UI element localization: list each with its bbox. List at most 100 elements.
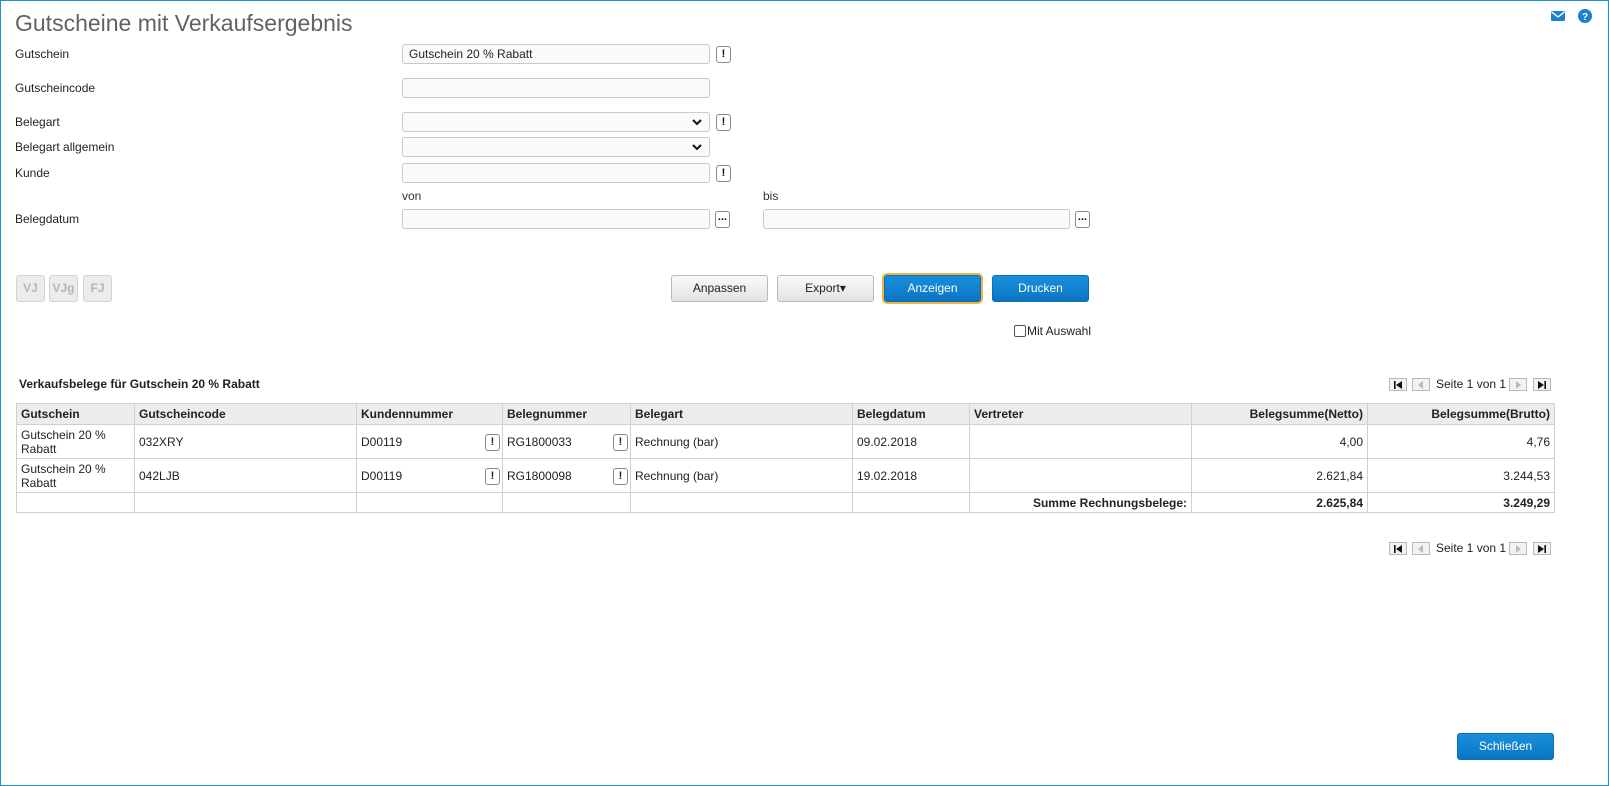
pager-text: Seite 1 von 1 xyxy=(1436,377,1507,391)
belegdatum-von-picker-button[interactable]: ... xyxy=(715,211,730,228)
cell-belegsumme-netto: 2.621,84 xyxy=(1191,458,1368,493)
first-page-icon[interactable] xyxy=(1389,542,1407,555)
page-title: Gutscheine mit Verkaufsergebnis xyxy=(15,10,353,36)
results-table: Gutschein Gutscheincode Kundennummer Bel… xyxy=(16,403,1555,513)
belegdatum-label: Belegdatum xyxy=(15,212,80,226)
sum-empty-cell xyxy=(356,492,503,513)
table-header-row: Gutschein Gutscheincode Kundennummer Bel… xyxy=(16,403,1555,425)
col-header-belegnummer[interactable]: Belegnummer xyxy=(502,403,631,425)
cell-vertreter xyxy=(969,458,1192,493)
col-header-gutschein[interactable]: Gutschein xyxy=(16,403,135,425)
gutscheincode-label: Gutscheincode xyxy=(15,81,96,95)
anzeigen-button[interactable]: Anzeigen xyxy=(884,275,981,302)
table-sum-row: Summe Rechnungsbelege: 2.625,84 3.249,29 xyxy=(16,492,1555,513)
chevron-down-icon xyxy=(692,119,702,126)
first-page-icon[interactable] xyxy=(1389,378,1407,391)
bis-label: bis xyxy=(763,189,779,203)
kunde-lookup-button[interactable]: ! xyxy=(716,165,731,182)
anpassen-button[interactable]: Anpassen xyxy=(671,275,768,302)
col-header-kundennummer[interactable]: Kundennummer xyxy=(356,403,503,425)
col-header-belegdatum[interactable]: Belegdatum xyxy=(852,403,970,425)
sum-brutto: 3.249,29 xyxy=(1367,492,1555,513)
cell-vertreter xyxy=(969,424,1192,459)
results-section-title: Verkaufsbelege für Gutschein 20 % Rabatt xyxy=(19,377,260,391)
col-header-vertreter[interactable]: Vertreter xyxy=(969,403,1192,425)
mail-icon[interactable] xyxy=(1550,8,1566,24)
col-header-belegart[interactable]: Belegart xyxy=(630,403,853,425)
col-header-gutscheincode[interactable]: Gutscheincode xyxy=(134,403,357,425)
vjg-button[interactable]: VJg xyxy=(49,275,78,302)
cell-gutschein: Gutschein 20 % Rabatt xyxy=(16,458,135,493)
sum-empty-cell xyxy=(134,492,357,513)
belegnummer-value: RG1800033 xyxy=(507,434,572,449)
beleg-lookup-button[interactable]: ! xyxy=(613,434,628,451)
kundennummer-value: D00119 xyxy=(361,468,403,483)
cell-belegsumme-brutto: 4,76 xyxy=(1367,424,1555,459)
belegart-label: Belegart xyxy=(15,115,60,129)
sum-netto: 2.625,84 xyxy=(1191,492,1368,513)
kunde-field[interactable] xyxy=(402,163,710,183)
col-header-belegsumme-brutto[interactable]: Belegsumme(Brutto) xyxy=(1367,403,1555,425)
help-icon[interactable]: ? xyxy=(1577,8,1593,24)
gutschein-lookup-button[interactable]: ! xyxy=(716,46,731,63)
beleg-lookup-button[interactable]: ! xyxy=(613,468,628,485)
kunde-label: Kunde xyxy=(15,166,50,180)
next-page-icon[interactable] xyxy=(1509,378,1527,391)
mit-auswahl-label: Mit Auswahl xyxy=(1027,324,1092,338)
table-row[interactable]: Gutschein 20 % Rabatt 032XRY D00119! RG1… xyxy=(16,424,1555,459)
chevron-down-icon xyxy=(692,144,702,151)
prev-page-icon[interactable] xyxy=(1412,542,1430,555)
last-page-icon[interactable] xyxy=(1533,542,1551,555)
pager-text: Seite 1 von 1 xyxy=(1436,541,1507,555)
vj-button[interactable]: VJ xyxy=(16,275,45,302)
window-frame xyxy=(0,0,1609,786)
belegart-select[interactable] xyxy=(402,112,710,132)
cell-belegart: Rechnung (bar) xyxy=(630,424,853,459)
belegart-lookup-button[interactable]: ! xyxy=(716,114,731,131)
sum-empty-cell xyxy=(502,492,631,513)
cell-gutschein: Gutschein 20 % Rabatt xyxy=(16,424,135,459)
cell-kundennummer: D00119! xyxy=(356,458,503,493)
cell-belegdatum: 19.02.2018 xyxy=(852,458,970,493)
cell-belegnummer: RG1800098! xyxy=(502,458,631,493)
belegnummer-value: RG1800098 xyxy=(507,468,572,483)
belegdatum-bis-field[interactable] xyxy=(763,209,1070,229)
cell-belegsumme-brutto: 3.244,53 xyxy=(1367,458,1555,493)
cell-kundennummer: D00119! xyxy=(356,424,503,459)
col-header-belegsumme-netto[interactable]: Belegsumme(Netto) xyxy=(1191,403,1368,425)
mit-auswahl-checkbox[interactable] xyxy=(1014,325,1026,337)
gutschein-field[interactable]: Gutschein 20 % Rabatt xyxy=(402,44,710,64)
cell-belegnummer: RG1800033! xyxy=(502,424,631,459)
sum-empty-cell xyxy=(16,492,135,513)
kunde-lookup-button[interactable]: ! xyxy=(485,434,500,451)
cell-belegart: Rechnung (bar) xyxy=(630,458,853,493)
last-page-icon[interactable] xyxy=(1533,378,1551,391)
kundennummer-value: D00119 xyxy=(361,434,403,449)
fj-button[interactable]: FJ xyxy=(83,275,112,302)
von-label: von xyxy=(402,189,422,203)
belegdatum-von-field[interactable] xyxy=(402,209,710,229)
close-button[interactable]: Schließen xyxy=(1457,733,1554,760)
sum-empty-cell xyxy=(630,492,853,513)
mit-auswahl-option[interactable]: Mit Auswahl xyxy=(1014,324,1091,338)
cell-gutscheincode: 032XRY xyxy=(134,424,357,459)
svg-text:?: ? xyxy=(1582,12,1588,23)
sum-label: Summe Rechnungsbelege: xyxy=(969,492,1192,513)
export-button[interactable]: Export▾ xyxy=(777,275,874,302)
next-page-icon[interactable] xyxy=(1509,542,1527,555)
prev-page-icon[interactable] xyxy=(1412,378,1430,391)
kunde-lookup-button[interactable]: ! xyxy=(485,468,500,485)
table-row[interactable]: Gutschein 20 % Rabatt 042LJB D00119! RG1… xyxy=(16,458,1555,493)
cell-gutscheincode: 042LJB xyxy=(134,458,357,493)
belegdatum-bis-picker-button[interactable]: ... xyxy=(1075,211,1090,228)
cell-belegsumme-netto: 4,00 xyxy=(1191,424,1368,459)
gutschein-label: Gutschein xyxy=(15,47,70,61)
cell-belegdatum: 09.02.2018 xyxy=(852,424,970,459)
pager-top: Seite 1 von 1 xyxy=(1389,377,1552,392)
sum-empty-cell xyxy=(852,492,970,513)
pager-bottom: Seite 1 von 1 xyxy=(1389,541,1552,556)
belegart-allgemein-label: Belegart allgemein xyxy=(15,140,115,154)
belegart-allgemein-select[interactable] xyxy=(402,137,710,157)
gutscheincode-field[interactable] xyxy=(402,78,710,98)
drucken-button[interactable]: Drucken xyxy=(992,275,1089,302)
